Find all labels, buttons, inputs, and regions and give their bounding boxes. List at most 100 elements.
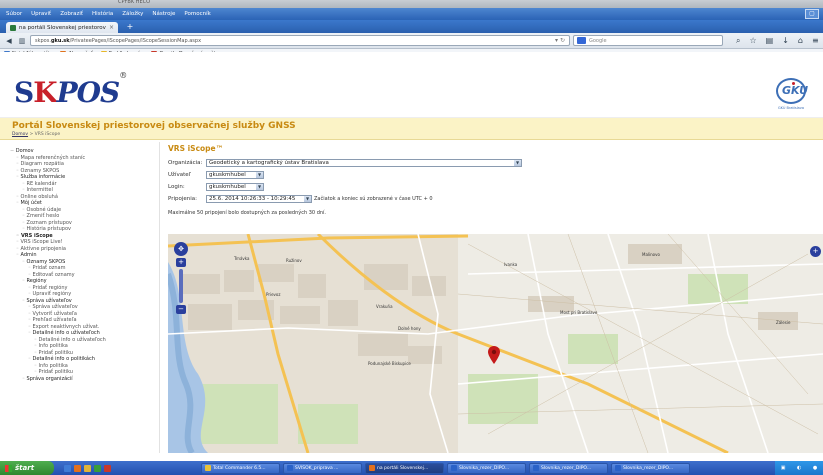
sidebar-item-label: Pridať oznam: [32, 265, 66, 271]
chevron-down-icon: ▼: [304, 196, 311, 202]
skpos-logo[interactable]: SKPOS®: [14, 71, 127, 109]
map-place-label: Podunajské Biskupice: [368, 361, 411, 366]
site-header: SKPOS® GKU GKÚ Bratislava: [0, 52, 823, 118]
taskbar-item-label: Total Commander 6.5...: [213, 465, 266, 471]
taskbar-item-0[interactable]: Total Commander 6.5...: [201, 462, 280, 474]
menu-item-1[interactable]: Upraviť: [31, 11, 51, 17]
media-icon[interactable]: [104, 464, 111, 472]
url-path: /PrivateePages/IScopePages/IScopeSession…: [69, 37, 202, 44]
sidebar-item-label: RE kalendár: [26, 180, 57, 187]
search-input[interactable]: Google: [573, 35, 723, 46]
sidebar-item-label: Vytvoriť užívateľa: [32, 310, 77, 317]
org-row: Organizácia: Geodetický a kartografický …: [168, 158, 823, 168]
reader-icon[interactable]: ▥: [17, 36, 27, 46]
pan-icon[interactable]: ✥: [174, 242, 188, 256]
taskbar-item-5[interactable]: Slovnika_rezer_DIPO...: [611, 462, 690, 474]
menu-item-3[interactable]: História: [92, 11, 113, 17]
sidebar-item-label: Upraviť regióny: [32, 291, 72, 297]
login-row: Login: gkuskmhubel ▼: [168, 182, 823, 192]
sidebar-item-label: Detailné info o politikách: [32, 356, 95, 362]
location-marker-icon[interactable]: [488, 346, 500, 364]
tab-skpos[interactable]: na portáli Slovenskej priestorovej obs..…: [6, 22, 118, 33]
sidebar-item-35[interactable]: ◦ Správa organizácií: [10, 376, 159, 383]
user-select[interactable]: gkuskmhubel ▼: [206, 171, 264, 179]
home-icon[interactable]: ⌂: [798, 36, 803, 46]
url-bar[interactable]: skpos. gku.sk/PrivateePages/IScopePages/I…: [30, 35, 570, 46]
sidebar-item-label: Info politika: [38, 362, 68, 369]
app-icon[interactable]: [94, 464, 101, 472]
connection-select[interactable]: 25.6. 2014 10:26:33 - 10:29:45 ▼: [206, 195, 312, 203]
zoom-in-button[interactable]: +: [176, 258, 186, 267]
folder-icon[interactable]: [84, 464, 91, 472]
start-button[interactable]: štart: [0, 461, 54, 475]
org-value: Geodetický a kartografický ústav Bratisl…: [209, 160, 329, 166]
back-icon[interactable]: ◀: [4, 36, 14, 46]
user-label: Užívateľ: [168, 172, 191, 178]
map-place-label: Dolné hony: [398, 326, 421, 331]
volume-icon[interactable]: ◐: [797, 465, 801, 471]
logo-pos: POS: [56, 76, 121, 109]
sidebar-item-label: Správa užívateľov: [32, 304, 78, 310]
menu-icon[interactable]: ≡: [812, 36, 819, 46]
org-select[interactable]: Geodetický a kartografický ústav Bratisl…: [206, 159, 522, 167]
sidebar-item-label: Služba informácie: [20, 174, 66, 180]
chevron-down-icon: ▼: [256, 172, 263, 178]
layer-switcher-icon[interactable]: +: [810, 246, 821, 257]
sidebar-menu: − Domov ◦ Mapa referenčných staníc ◦ Diagr…: [0, 142, 160, 453]
windows-taskbar: štart Total Commander 6.5... SVISOK_pripr…: [0, 461, 823, 475]
close-icon[interactable]: ×: [109, 24, 114, 31]
download-icon[interactable]: ↓: [782, 36, 789, 46]
quick-launch: [64, 464, 111, 472]
reload-icon[interactable]: ▾ ↻: [555, 37, 565, 44]
map-view[interactable]: Trnávka Ružinov Prievoz Vrakuňa Dolné hony Po…: [168, 234, 823, 453]
taskbar-item-4[interactable]: Slovnika_rezer_DIPO...: [529, 462, 608, 474]
taskbar-item-3[interactable]: Slovnika_rezer_DIPO...: [447, 462, 526, 474]
firefox-icon[interactable]: [74, 464, 81, 472]
map-canvas: [168, 234, 823, 453]
sidebar-item-label: Prehľad užívateľa: [32, 317, 77, 323]
user-value: gkuskmhubel: [209, 172, 246, 178]
filter-form: Organizácia: Geodetický a kartografický …: [168, 158, 823, 204]
network-icon[interactable]: ▣: [781, 465, 786, 471]
sidebar-item-label: História prístupov: [26, 226, 71, 232]
zoom-out-button[interactable]: −: [176, 305, 186, 314]
portal-title: Portál Slovenskej priestorovej observačn…: [12, 121, 296, 131]
desktop-ghost-text: CPFBK HECO: [118, 0, 151, 5]
web-page: SKPOS® GKU GKÚ Bratislava Portál Slovens…: [0, 52, 823, 453]
sidebar-item-label: Pridať regióny: [32, 284, 68, 291]
page-title: VRS iScope™: [168, 144, 224, 153]
menu-item-6[interactable]: Pomocník: [184, 11, 210, 17]
bookmarks-icon[interactable]: ▤: [766, 36, 774, 46]
new-tab-button[interactable]: +: [124, 22, 136, 32]
menu-item-5[interactable]: Nástroje: [152, 11, 175, 17]
menu-item-4[interactable]: Záložky: [122, 11, 143, 17]
conn-note: Začiatok a koniec sú zobrazené v čase UT…: [314, 196, 433, 202]
logo-s: S: [14, 76, 34, 109]
sidebar-item-label: Osobné údaje: [26, 206, 62, 213]
sidebar-item-label: Oznamy SKPOS: [26, 258, 66, 265]
logo-reg: ®: [119, 70, 127, 80]
gku-logo[interactable]: GKU GKÚ Bratislava: [773, 78, 809, 112]
menu-item-2[interactable]: Zobraziť: [60, 11, 83, 17]
system-tray: ▣ ◐ ●: [775, 461, 823, 475]
site-favicon-icon: [10, 24, 16, 31]
window-close-button[interactable]: ▢: [805, 9, 819, 19]
taskbar-item-2[interactable]: na portáli Slovenskej...: [365, 462, 444, 474]
search-icon[interactable]: ⌕: [736, 36, 740, 46]
desktop-icon[interactable]: [64, 464, 71, 472]
security-icon[interactable]: ●: [813, 465, 817, 471]
sidebar-item-label: Intermittel: [26, 187, 53, 193]
taskbar-item-label: na portáli Slovenskej...: [377, 465, 429, 471]
taskbar-item-1[interactable]: SVISOK_priprava ...: [283, 462, 362, 474]
sidebar-item-label: Správa užívateľov: [26, 297, 72, 304]
breadcrumb-home-link[interactable]: Domov: [12, 132, 28, 137]
sidebar-item-label: Pridať politiku: [38, 349, 73, 356]
menu-item-0[interactable]: Súbor: [6, 11, 22, 17]
star-icon[interactable]: ☆: [749, 36, 756, 46]
login-select[interactable]: gkuskmhubel ▼: [206, 183, 264, 191]
menu-bar: Súbor Upraviť Zobraziť História Záložky Nástr…: [0, 8, 823, 20]
sidebar-item-label: Zmeniť heslo: [26, 213, 60, 219]
sidebar-item-label: Online obsluhá: [20, 193, 58, 200]
navigation-bar: ◀ ▥ skpos. gku.sk/PrivateePages/IScopePag…: [0, 33, 823, 49]
zoom-slider[interactable]: [179, 269, 183, 303]
